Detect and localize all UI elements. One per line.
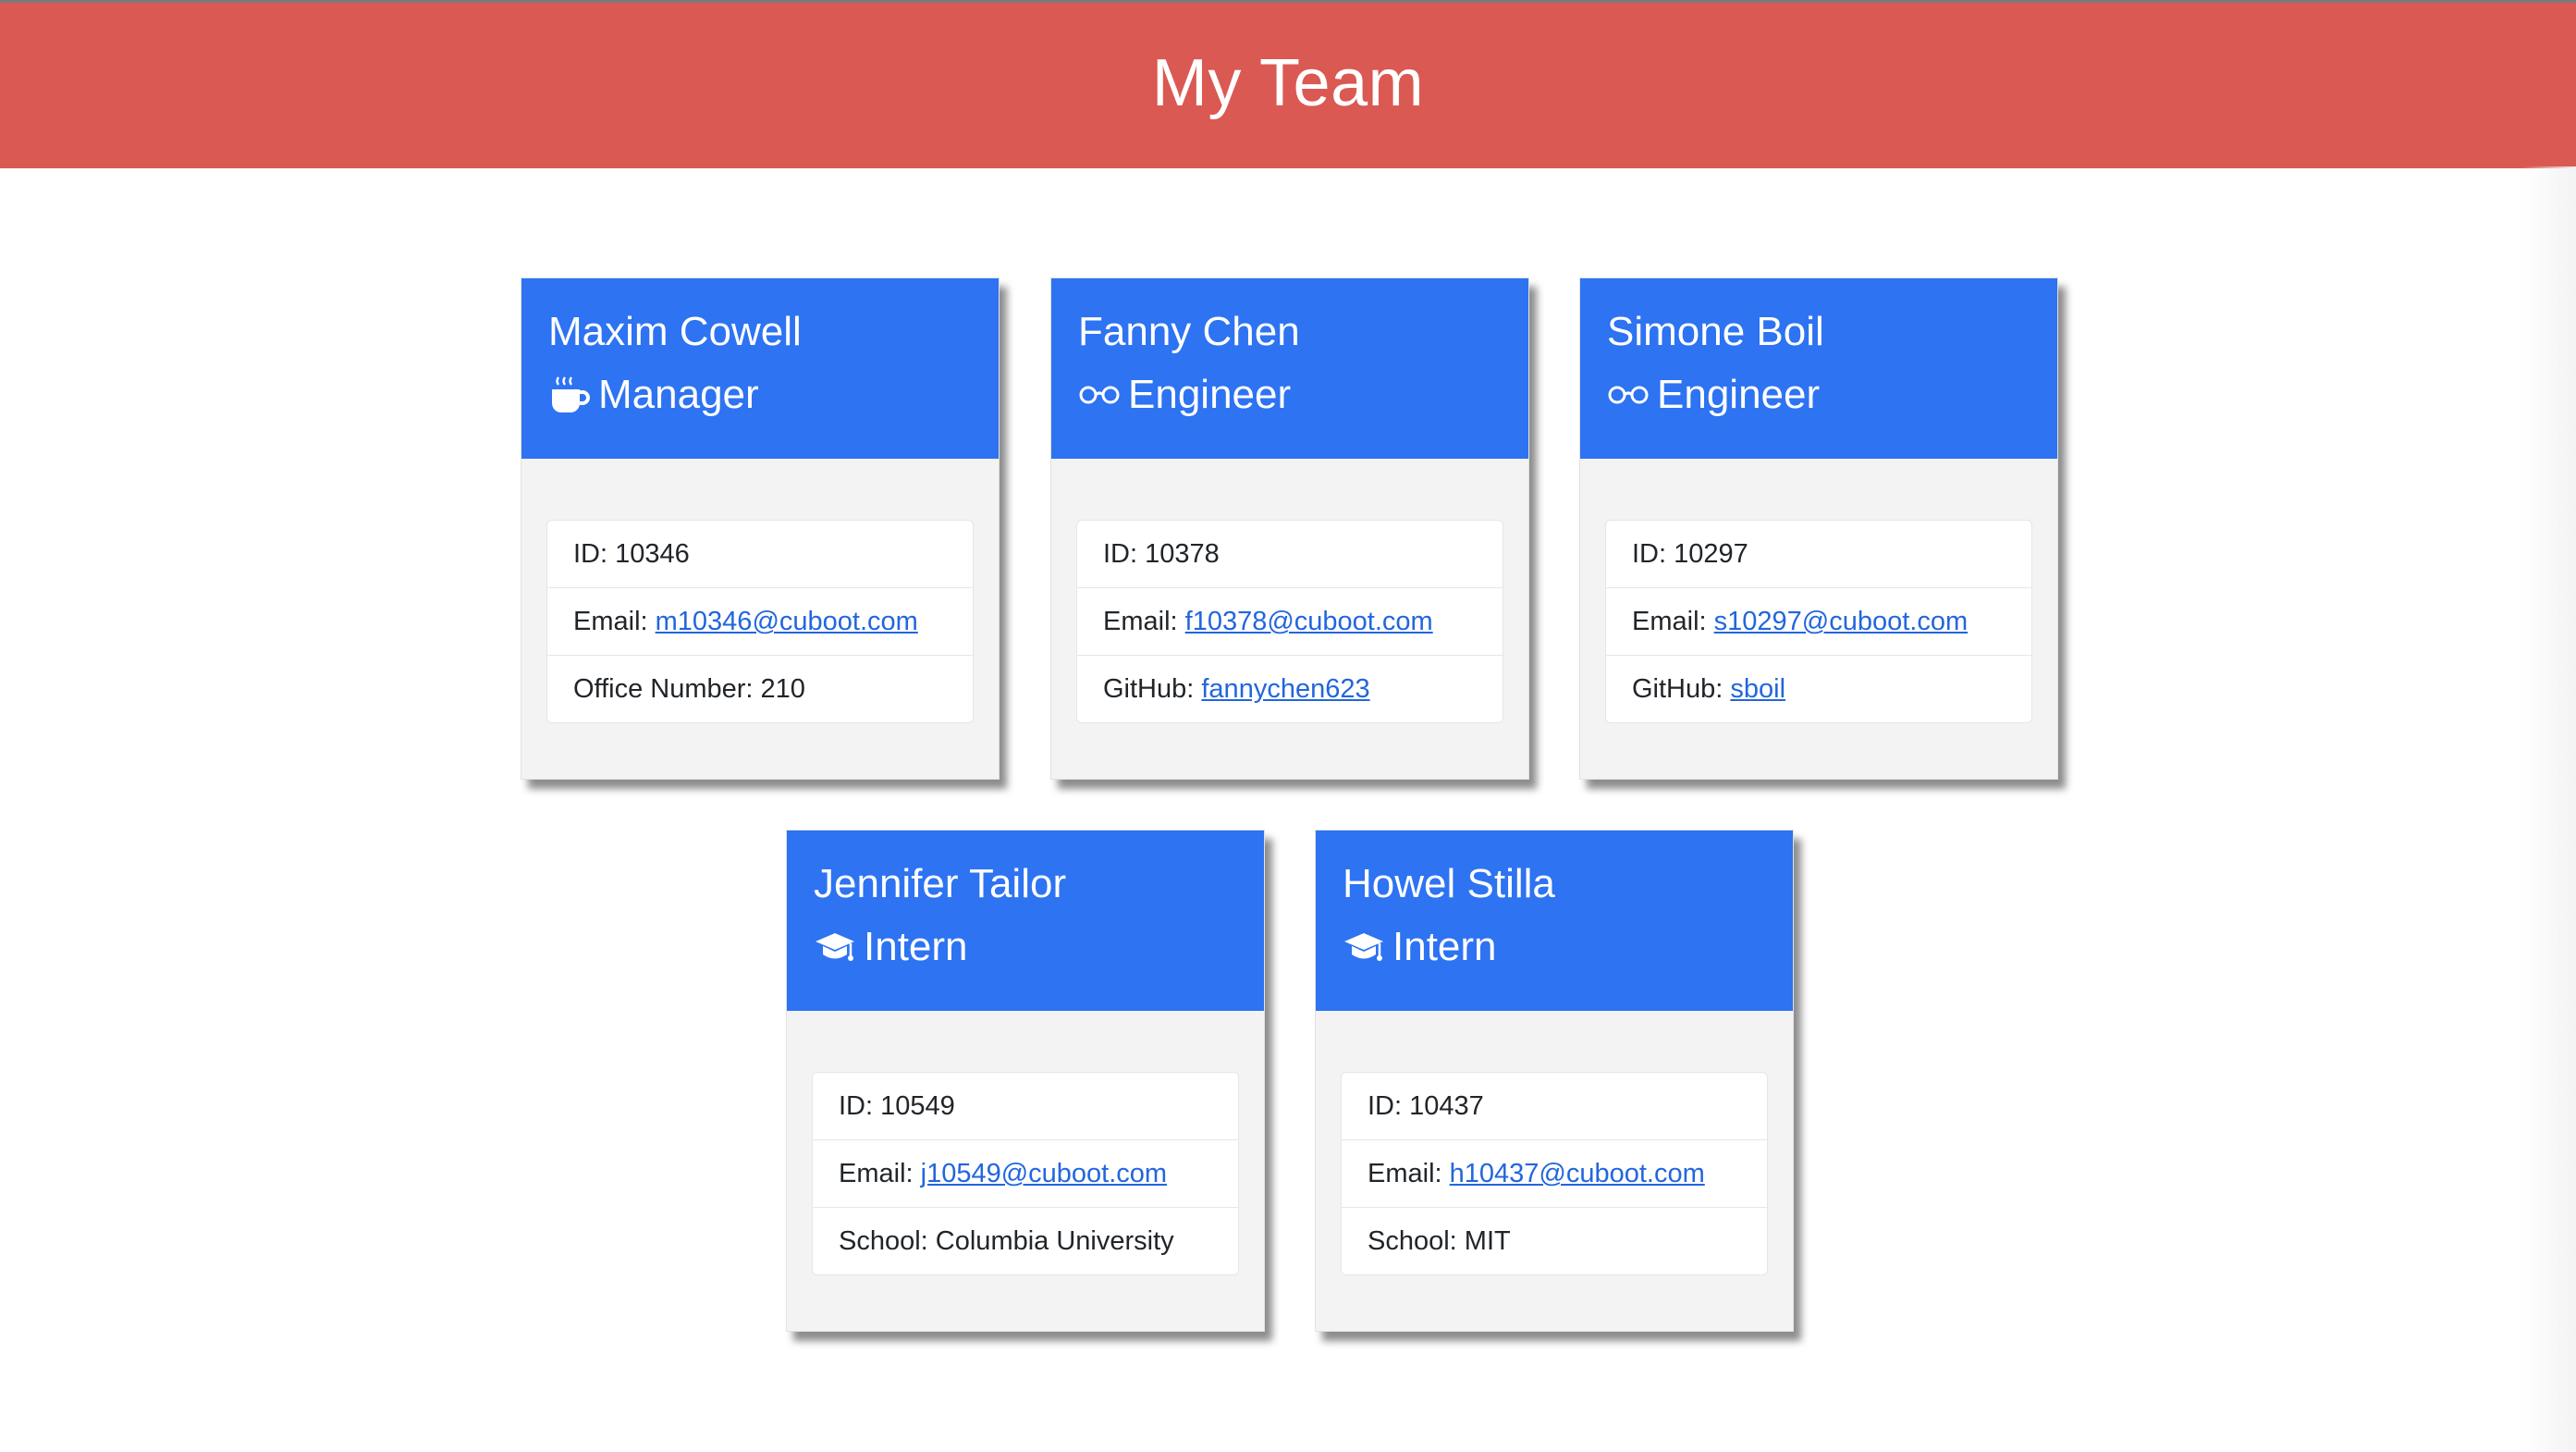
details-list: ID: 10549 Email: j10549@cuboot.com Schoo…: [812, 1072, 1239, 1275]
school-value: Columbia University: [935, 1226, 1174, 1256]
email-label: Email:: [1632, 607, 1714, 636]
employee-role: Engineer: [1078, 369, 1502, 421]
id-value: 10378: [1145, 539, 1220, 569]
id-value: 10346: [615, 539, 690, 569]
graduation-cap-icon: [1343, 926, 1385, 968]
id-label: ID:: [1103, 539, 1146, 569]
card-header: Maxim Cowell Manager: [521, 278, 999, 459]
email-label: Email:: [1103, 607, 1185, 636]
email-link[interactable]: f10378@cuboot.com: [1185, 607, 1433, 636]
school-value: MIT: [1464, 1226, 1511, 1256]
card-body: ID: 10549 Email: j10549@cuboot.com Schoo…: [787, 1011, 1264, 1275]
details-list: ID: 10437 Email: h10437@cuboot.com Schoo…: [1341, 1072, 1768, 1275]
office-number-item: Office Number: 210: [547, 656, 973, 722]
email-item: Email: j10549@cuboot.com: [813, 1140, 1238, 1208]
card-body: ID: 10437 Email: h10437@cuboot.com Schoo…: [1316, 1011, 1793, 1275]
id-item: ID: 10437: [1342, 1073, 1767, 1140]
email-link[interactable]: j10549@cuboot.com: [921, 1159, 1167, 1188]
details-list: ID: 10297 Email: s10297@cuboot.com GitHu…: [1605, 520, 2032, 723]
card-body: ID: 10346 Email: m10346@cuboot.com Offic…: [521, 459, 999, 723]
id-item: ID: 10549: [813, 1073, 1238, 1140]
email-label: Email:: [573, 607, 656, 636]
employee-card: Maxim Cowell Manager ID: 10346 Email: m1: [521, 277, 1000, 780]
employee-card: Howel Stilla Intern ID: 10437 Email: h10…: [1315, 830, 1794, 1332]
school-label: School:: [839, 1226, 936, 1256]
employee-name: Simone Boil: [1607, 309, 1824, 354]
email-link[interactable]: h10437@cuboot.com: [1450, 1159, 1705, 1188]
school-label: School:: [1368, 1226, 1465, 1256]
role-label: Intern: [864, 924, 968, 969]
email-item: Email: f10378@cuboot.com: [1077, 588, 1503, 656]
employee-role: Engineer: [1607, 369, 2030, 421]
role-label: Engineer: [1128, 372, 1292, 417]
glasses-icon: [1607, 374, 1650, 416]
details-list: ID: 10378 Email: f10378@cuboot.com GitHu…: [1076, 520, 1503, 723]
id-item: ID: 10378: [1077, 521, 1503, 588]
email-label: Email:: [1368, 1159, 1450, 1188]
email-item: Email: m10346@cuboot.com: [547, 588, 973, 656]
github-link[interactable]: fannychen623: [1201, 674, 1369, 704]
school-item: School: MIT: [1342, 1208, 1767, 1274]
role-label: Engineer: [1657, 372, 1821, 417]
github-link[interactable]: sboil: [1730, 674, 1785, 704]
id-value: 10297: [1674, 539, 1748, 569]
employee-name: Maxim Cowell: [548, 309, 802, 354]
email-link[interactable]: m10346@cuboot.com: [656, 607, 918, 636]
office-number-value: 210: [760, 674, 805, 704]
card-body: ID: 10378 Email: f10378@cuboot.com GitHu…: [1051, 459, 1528, 723]
role-label: Intern: [1392, 924, 1497, 969]
id-item: ID: 10297: [1606, 521, 2031, 588]
employee-name: Howel Stilla: [1343, 861, 1555, 906]
id-label: ID:: [1632, 539, 1674, 569]
employee-role: Intern: [1343, 921, 1766, 973]
card-header: Jennifer Tailor Intern: [787, 831, 1264, 1011]
office-number-label: Office Number:: [573, 674, 761, 704]
github-label: GitHub:: [1103, 674, 1202, 704]
mug-hot-icon: [548, 374, 591, 416]
role-label: Manager: [598, 372, 759, 417]
glasses-icon: [1078, 374, 1121, 416]
card-header: Simone Boil Engineer: [1580, 278, 2057, 459]
github-item: GitHub: fannychen623: [1077, 656, 1503, 722]
card-header: Howel Stilla Intern: [1316, 831, 1793, 1011]
id-label: ID:: [839, 1091, 881, 1121]
id-item: ID: 10346: [547, 521, 973, 588]
github-label: GitHub:: [1632, 674, 1731, 704]
github-item: GitHub: sboil: [1606, 656, 2031, 722]
employee-card: Jennifer Tailor Intern ID: 10549 Email: …: [786, 830, 1265, 1332]
email-item: Email: h10437@cuboot.com: [1342, 1140, 1767, 1208]
email-label: Email:: [839, 1159, 921, 1188]
email-link[interactable]: s10297@cuboot.com: [1714, 607, 1969, 636]
employee-role: Intern: [814, 921, 1237, 973]
card-body: ID: 10297 Email: s10297@cuboot.com GitHu…: [1580, 459, 2057, 723]
id-value: 10549: [880, 1091, 955, 1121]
employee-name: Fanny Chen: [1078, 309, 1300, 354]
employee-card: Simone Boil Engineer ID: 10297 Email: s1…: [1579, 277, 2058, 780]
id-label: ID:: [573, 539, 616, 569]
graduation-cap-icon: [814, 926, 856, 968]
employee-role: Manager: [548, 369, 972, 421]
team-cards: Maxim Cowell Manager ID: 10346 Email: m1: [0, 0, 2576, 1452]
email-item: Email: s10297@cuboot.com: [1606, 588, 2031, 656]
details-list: ID: 10346 Email: m10346@cuboot.com Offic…: [546, 520, 974, 723]
id-label: ID:: [1368, 1091, 1410, 1121]
school-item: School: Columbia University: [813, 1208, 1238, 1274]
employee-name: Jennifer Tailor: [814, 861, 1067, 906]
id-value: 10437: [1409, 1091, 1484, 1121]
employee-card: Fanny Chen Engineer ID: 10378 Email: f10…: [1050, 277, 1529, 780]
card-header: Fanny Chen Engineer: [1051, 278, 1528, 459]
